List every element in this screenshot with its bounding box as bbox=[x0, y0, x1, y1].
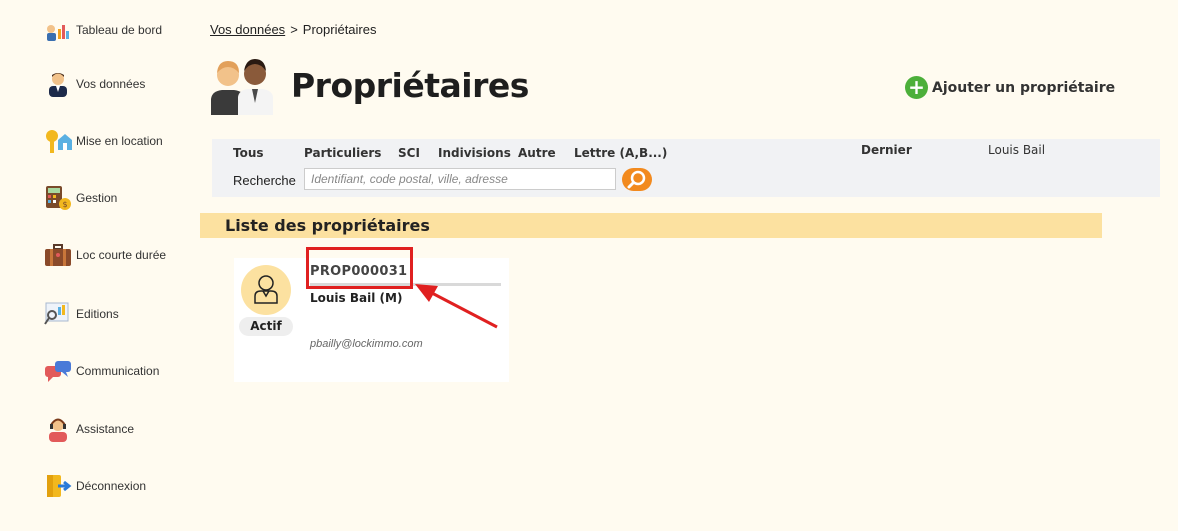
filter-bar: Tous Particuliers SCI Indivisions Autre … bbox=[212, 139, 1160, 197]
breadcrumb: Vos données > Propriétaires bbox=[210, 22, 376, 37]
chat-icon bbox=[44, 358, 72, 384]
sidebar-item-label: Vos données bbox=[76, 77, 146, 91]
sidebar-item-label: Editions bbox=[76, 307, 119, 321]
key-house-icon bbox=[44, 128, 72, 154]
search-input[interactable] bbox=[304, 168, 616, 190]
owners-icon bbox=[208, 55, 276, 115]
sidebar-item-label: Loc courte durée bbox=[76, 248, 167, 262]
breadcrumb-current: Propriétaires bbox=[302, 22, 377, 37]
sidebar-item-assistance[interactable]: Assistance bbox=[44, 415, 134, 443]
sidebar: Tableau de bord Vos données Mise en loca… bbox=[0, 0, 200, 531]
annotation-arrow-icon bbox=[415, 284, 498, 329]
dashboard-icon bbox=[44, 17, 72, 43]
add-owner-button[interactable]: + Ajouter un propriétaire bbox=[905, 76, 1115, 99]
add-owner-label: Ajouter un propriétaire bbox=[932, 79, 1116, 96]
suitcase-icon bbox=[44, 242, 72, 268]
sidebar-item-dashboard[interactable]: Tableau de bord bbox=[44, 16, 162, 44]
filter-sci[interactable]: SCI bbox=[398, 146, 420, 160]
owner-email: pbailly@lockimmo.com bbox=[310, 338, 423, 350]
filter-indivisions[interactable]: Indivisions bbox=[438, 146, 511, 160]
filter-tous[interactable]: Tous bbox=[233, 146, 264, 160]
sidebar-item-gestion[interactable]: $ Gestion bbox=[44, 184, 117, 212]
plus-icon: + bbox=[905, 76, 928, 99]
filter-autre[interactable]: Autre bbox=[518, 146, 556, 160]
sidebar-item-mise-en-location[interactable]: Mise en location bbox=[44, 127, 163, 155]
breadcrumb-separator: > bbox=[290, 22, 298, 37]
filter-lettre[interactable]: Lettre (A,B...) bbox=[574, 146, 667, 160]
breadcrumb-link-vos-donnees[interactable]: Vos données bbox=[210, 22, 285, 37]
highlight-box bbox=[306, 247, 413, 289]
sidebar-item-communication[interactable]: Communication bbox=[44, 357, 159, 385]
owner-name: Louis Bail (M) bbox=[310, 291, 403, 305]
sidebar-item-deconnexion[interactable]: Déconnexion bbox=[44, 472, 146, 500]
sidebar-item-vos-donnees[interactable]: Vos données bbox=[44, 70, 145, 98]
last-owner-link[interactable]: Louis Bail bbox=[988, 143, 1045, 157]
person-icon bbox=[254, 275, 278, 304]
sidebar-item-label: Déconnexion bbox=[76, 479, 147, 493]
filter-particuliers[interactable]: Particuliers bbox=[304, 146, 381, 160]
user-icon bbox=[44, 71, 72, 97]
sidebar-item-label: Communication bbox=[76, 364, 160, 378]
last-label: Dernier bbox=[861, 143, 912, 157]
report-icon bbox=[44, 301, 72, 327]
search-icon bbox=[627, 170, 646, 189]
search-button[interactable] bbox=[622, 168, 652, 191]
sidebar-item-label: Gestion bbox=[76, 191, 118, 205]
svg-text:$: $ bbox=[62, 200, 67, 209]
logout-icon bbox=[44, 473, 72, 499]
sidebar-item-loc-courte-duree[interactable]: Loc courte durée bbox=[44, 241, 166, 269]
search-label: Recherche bbox=[233, 173, 296, 188]
page-title: Propriétaires bbox=[291, 66, 529, 105]
sidebar-item-label: Mise en location bbox=[76, 134, 163, 148]
section-header: Liste des propriétaires bbox=[200, 213, 1102, 238]
sidebar-item-label: Assistance bbox=[76, 422, 135, 436]
avatar bbox=[241, 265, 291, 315]
calculator-icon: $ bbox=[44, 185, 72, 211]
headset-icon bbox=[44, 416, 72, 442]
sidebar-item-label: Tableau de bord bbox=[76, 23, 163, 37]
sidebar-item-editions[interactable]: Editions bbox=[44, 300, 119, 328]
status-badge: Actif bbox=[239, 317, 293, 336]
